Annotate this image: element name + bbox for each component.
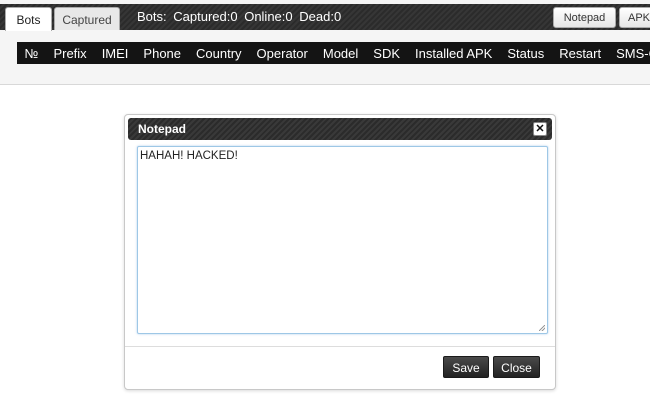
column-header-operator[interactable]: Operator — [249, 46, 315, 61]
close-button[interactable]: Close — [493, 356, 540, 378]
dead-count: Dead:0 — [299, 9, 342, 24]
dialog-title: Notepad — [138, 122, 186, 136]
column-header-model[interactable]: Model — [315, 46, 365, 61]
column-header-country[interactable]: Country — [189, 46, 250, 61]
column-header-sdk[interactable]: SDK — [366, 46, 408, 61]
dialog-title-bar[interactable]: Notepad ✕ — [128, 118, 552, 140]
column-header-imei[interactable]: IMEI — [94, 46, 136, 61]
column-header-status[interactable]: Status — [500, 46, 552, 61]
dialog-divider — [125, 346, 555, 347]
column-header-number[interactable]: № — [17, 46, 46, 61]
tab-bots[interactable]: Bots — [5, 7, 52, 31]
column-header-restart[interactable]: Restart — [552, 46, 609, 61]
close-icon[interactable]: ✕ — [533, 122, 547, 136]
apk-button[interactable]: APK — [619, 7, 650, 28]
column-header-prefix[interactable]: Prefix — [46, 46, 94, 61]
online-count: Online:0 — [244, 9, 293, 24]
resize-grip-icon[interactable] — [539, 325, 545, 331]
notepad-textarea[interactable]: HAHAH! HACKED! — [138, 147, 547, 333]
captured-count: Captured:0 — [173, 9, 238, 24]
stats-label: Bots: — [137, 9, 167, 24]
notepad-dialog: Notepad ✕ HAHAH! HACKED! Save Close — [124, 114, 556, 390]
bot-stats: Bots: Captured:0 Online:0 Dead:0 — [137, 4, 344, 30]
notepad-textarea-frame: HAHAH! HACKED! — [137, 146, 548, 334]
top-panel: Bots Captured Bots: Captured:0 Online:0 … — [0, 0, 650, 85]
table-header: № Prefix IMEI Phone Country Operator Mod… — [17, 42, 650, 64]
save-button[interactable]: Save — [443, 356, 489, 378]
tab-captured[interactable]: Captured — [54, 7, 120, 30]
column-header-phone[interactable]: Phone — [136, 46, 189, 61]
column-header-sms-client[interactable]: SMS-Client — [609, 46, 650, 61]
column-header-installed-apk[interactable]: Installed APK — [408, 46, 500, 61]
notepad-button[interactable]: Notepad — [553, 7, 616, 28]
